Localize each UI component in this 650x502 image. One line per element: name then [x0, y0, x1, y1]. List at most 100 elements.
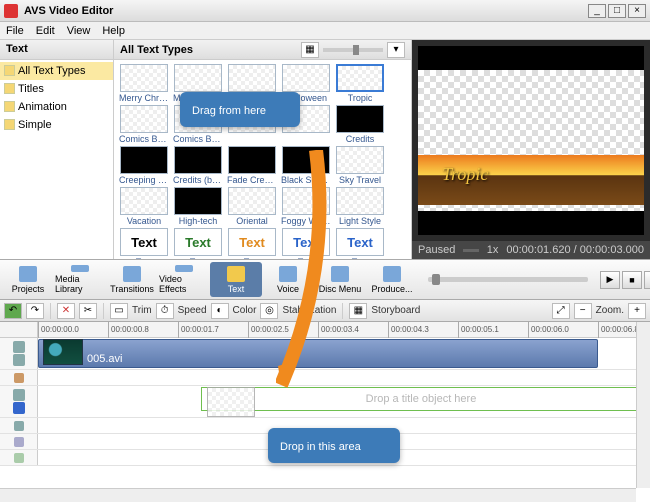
- gallery-item[interactable]: TextText: [226, 228, 278, 259]
- folder-icon: [4, 83, 15, 94]
- color-icon[interactable]: ◐: [211, 303, 229, 319]
- trim-button[interactable]: Trim: [132, 305, 152, 316]
- zoom-out-button[interactable]: −: [574, 303, 592, 319]
- gallery-item[interactable]: Oriental: [226, 187, 278, 226]
- drop-hint: Drop a title object here: [201, 387, 641, 411]
- film-icon: [13, 354, 25, 366]
- gallery-item[interactable]: Sky Travel: [334, 146, 386, 185]
- window-title: AVS Video Editor: [24, 5, 588, 17]
- trim-icon[interactable]: ▭: [110, 303, 128, 319]
- speed-icon[interactable]: ⏱: [156, 303, 174, 319]
- titlebar: AVS Video Editor _ □ ×: [0, 0, 650, 22]
- undo-button[interactable]: ↶: [4, 303, 22, 319]
- redo-button[interactable]: ↷: [26, 303, 44, 319]
- tool-video-effects[interactable]: Video Effects: [158, 262, 210, 297]
- gallery-mode-button[interactable]: ▦: [301, 42, 319, 58]
- maximize-button[interactable]: □: [608, 4, 626, 18]
- tree-item-animation[interactable]: Animation: [0, 98, 113, 116]
- preview-status-bar: Paused 1x 00:00:01.620 / 00:00:03.000: [412, 241, 650, 259]
- gallery-item[interactable]: Fade Credits: [226, 146, 278, 185]
- gallery-zoom-slider[interactable]: [323, 48, 383, 52]
- timeline-toolbar: ↶ ↷ ✕ ✂ ▭ Trim ⏱ Speed ◐ Color ◎ Stabili…: [0, 300, 650, 322]
- eye-icon[interactable]: [13, 389, 25, 401]
- annotation-drop: Drop in this area: [268, 428, 400, 463]
- menu-help[interactable]: Help: [102, 25, 125, 37]
- effects-track[interactable]: [0, 370, 650, 386]
- gallery-header: All Text Types: [120, 44, 301, 56]
- tree-item-titles[interactable]: Titles: [0, 80, 113, 98]
- gallery-item[interactable]: Black Scree...: [280, 146, 332, 185]
- zoom-in-button[interactable]: +: [628, 303, 646, 319]
- gallery-item[interactable]: TextText: [280, 228, 332, 259]
- preview-panel: Tropic Paused 1x 00:00:01.620 / 00:00:03…: [412, 40, 650, 259]
- stop-button[interactable]: ■: [622, 271, 642, 289]
- speed-button[interactable]: Speed: [178, 305, 207, 316]
- gallery-item[interactable]: Merry Christ...: [118, 64, 170, 103]
- preview-canvas[interactable]: Tropic: [418, 46, 644, 235]
- gallery-item[interactable]: Vacation: [118, 187, 170, 226]
- main-toolbar: ProjectsMedia LibraryTransitionsVideo Ef…: [0, 260, 650, 300]
- preview-time-total: 00:00:03.000: [580, 244, 644, 256]
- vertical-scrollbar[interactable]: [636, 322, 650, 488]
- gallery-item[interactable]: Creeping line: [118, 146, 170, 185]
- minimize-button[interactable]: _: [588, 4, 606, 18]
- stab-icon[interactable]: ◎: [260, 303, 278, 319]
- tree-item-all[interactable]: All Text Types: [0, 62, 113, 80]
- text-track[interactable]: Drop a title object here: [0, 386, 650, 418]
- tool-text[interactable]: Text: [210, 262, 262, 297]
- play-button[interactable]: ▶: [600, 271, 620, 289]
- tool-media-library[interactable]: Media Library: [54, 262, 106, 297]
- category-tree: All Text Types Titles Animation Simple: [0, 60, 113, 259]
- preview-speed-slider[interactable]: [463, 249, 478, 252]
- gallery-item[interactable]: Credits (black): [172, 146, 224, 185]
- eye-icon[interactable]: [13, 341, 25, 353]
- tool-voice[interactable]: Voice: [262, 262, 314, 297]
- delete-button[interactable]: ✕: [57, 303, 75, 319]
- gallery-sort-button[interactable]: ▾: [387, 42, 405, 58]
- folder-icon: [4, 65, 15, 76]
- menu-view[interactable]: View: [67, 25, 91, 37]
- audio-icon: [14, 437, 24, 447]
- menu-file[interactable]: File: [6, 25, 24, 37]
- sidebar-header: Text: [0, 40, 113, 60]
- tool-transitions[interactable]: Transitions: [106, 262, 158, 297]
- color-button[interactable]: Color: [233, 305, 257, 316]
- gallery-item[interactable]: Foggy W...k...: [280, 187, 332, 226]
- seek-slider[interactable]: [428, 277, 588, 282]
- gallery-item[interactable]: Comics Ballo...: [118, 105, 170, 144]
- fit-button[interactable]: ⤢: [552, 303, 570, 319]
- clip-thumbnail: [43, 339, 83, 365]
- gallery-item[interactable]: Light Style: [334, 187, 386, 226]
- gallery-item[interactable]: TextText: [118, 228, 170, 259]
- overlay-icon: [14, 421, 24, 431]
- tool-disc-menu[interactable]: Disc Menu: [314, 262, 366, 297]
- category-sidebar: Text All Text Types Titles Animation Sim…: [0, 40, 114, 259]
- tool-produce-[interactable]: Produce...: [366, 262, 418, 297]
- gallery-item[interactable]: Credits: [334, 105, 386, 144]
- timeline-ruler[interactable]: 00:00:00.000:00:00.800:00:01.700:00:02.5…: [0, 322, 650, 338]
- horizontal-scrollbar[interactable]: [0, 488, 636, 502]
- gallery-item[interactable]: TextText: [334, 228, 386, 259]
- audio-icon: [14, 453, 24, 463]
- tree-item-simple[interactable]: Simple: [0, 116, 113, 134]
- video-track[interactable]: 005.avi: [0, 338, 650, 370]
- clip-filename: 005.avi: [87, 353, 122, 365]
- app-icon: [4, 4, 18, 18]
- gallery-item[interactable]: High-tech: [172, 187, 224, 226]
- folder-icon: [4, 101, 15, 112]
- preview-speed: 1x: [487, 244, 499, 256]
- transport-controls: ▶ ■ ⏮ ⏭ ↻ 📷 ⛶ 🔊 ▸: [420, 260, 650, 299]
- video-clip[interactable]: 005.avi: [38, 339, 598, 368]
- stabilization-button[interactable]: Stabilization: [282, 305, 336, 316]
- menu-edit[interactable]: Edit: [36, 25, 55, 37]
- close-button[interactable]: ×: [628, 4, 646, 18]
- text-icon: [13, 402, 25, 414]
- preview-overlay-text: Tropic: [442, 164, 488, 185]
- storyboard-button[interactable]: Storyboard: [371, 305, 420, 316]
- gallery-item[interactable]: TextText: [172, 228, 224, 259]
- prev-frame-button[interactable]: ⏮: [644, 271, 650, 289]
- tool-projects[interactable]: Projects: [2, 262, 54, 297]
- storyboard-icon[interactable]: ▦: [349, 303, 367, 319]
- gallery-item[interactable]: Tropic: [334, 64, 386, 103]
- split-button[interactable]: ✂: [79, 303, 97, 319]
